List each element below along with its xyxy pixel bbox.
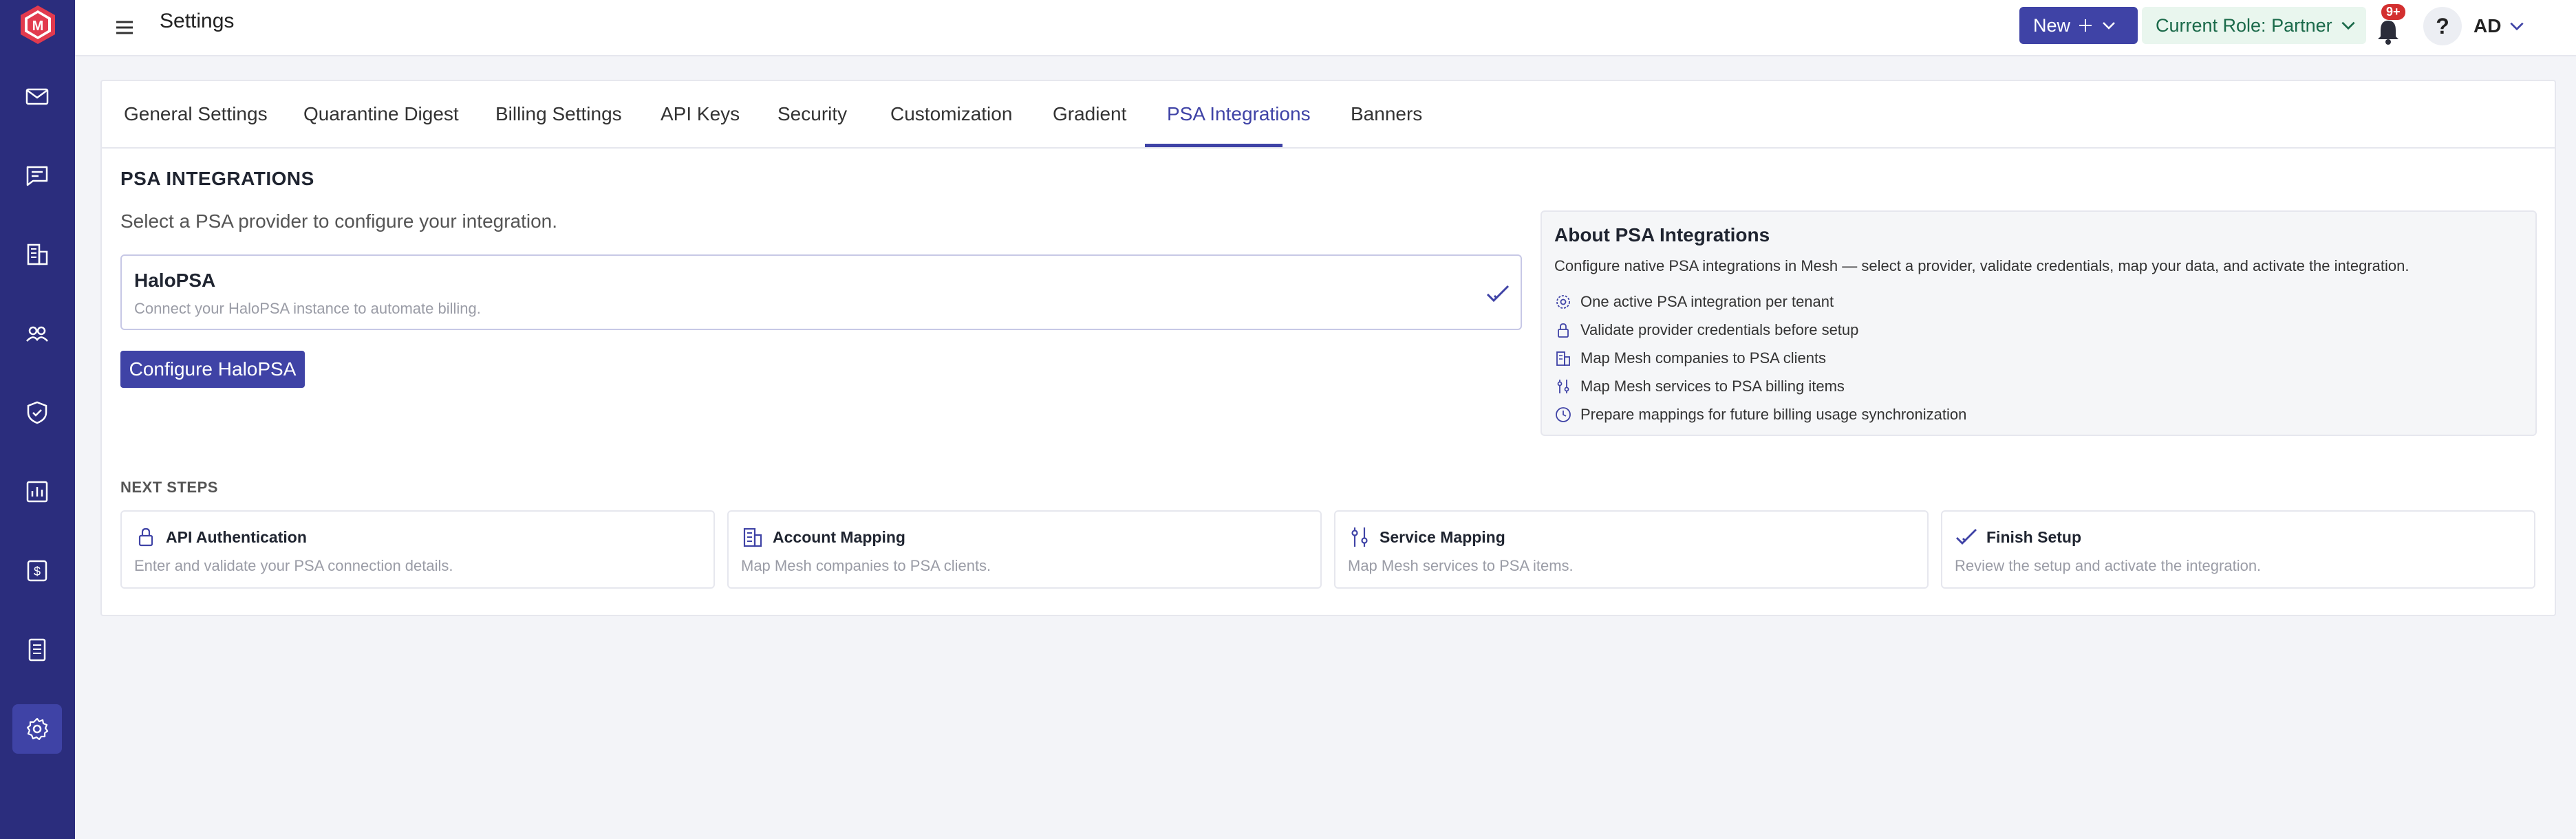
step-finish-setup: Finish Setup Review the setup and activa… xyxy=(1941,510,2535,589)
about-description: Configure native PSA integrations in Mes… xyxy=(1554,257,2409,274)
building-icon xyxy=(743,527,762,547)
help-button[interactable]: ? xyxy=(2423,7,2462,45)
nav-settings-icon[interactable] xyxy=(12,704,62,754)
role-selector[interactable]: Current Role: Partner xyxy=(2142,7,2366,44)
step-title: API Authentication xyxy=(166,527,307,546)
sliders-icon xyxy=(1557,379,1569,393)
about-item-text: Map Mesh services to PSA billing items xyxy=(1580,377,1845,395)
notification-badge: 9+ xyxy=(2381,4,2405,20)
list-item: One active PSA integration per tenant xyxy=(1554,287,1966,316)
configure-halopsa-button[interactable]: Configure HaloPSA xyxy=(120,351,305,388)
nav-shield-icon[interactable] xyxy=(12,388,62,437)
provider-description: Connect your HaloPSA instance to automat… xyxy=(134,300,481,317)
section-title: PSA INTEGRATIONS xyxy=(120,168,314,189)
list-item: Map Mesh services to PSA billing items xyxy=(1554,372,1966,400)
chevron-down-icon xyxy=(2103,22,2115,30)
lock-icon xyxy=(138,527,153,547)
chevron-down-icon xyxy=(2510,22,2524,31)
help-icon: ? xyxy=(2436,13,2449,39)
page-title: Settings xyxy=(160,10,235,32)
check-icon xyxy=(1956,529,1977,545)
about-title: About PSA Integrations xyxy=(1554,224,1770,246)
about-list: One active PSA integration per tenant Va… xyxy=(1554,287,1966,428)
about-item-text: Validate provider credentials before set… xyxy=(1580,320,1859,338)
list-item: Map Mesh companies to PSA clients xyxy=(1554,344,1966,372)
list-item: Validate provider credentials before set… xyxy=(1554,316,1966,344)
lock-icon xyxy=(1558,323,1569,338)
tab-gradient[interactable]: Gradient xyxy=(1053,103,1126,125)
tab-billing-settings[interactable]: Billing Settings xyxy=(495,103,622,125)
user-menu[interactable]: AD xyxy=(2473,7,2527,45)
step-api-authentication: API Authentication Enter and validate yo… xyxy=(120,510,715,589)
tab-api-keys[interactable]: API Keys xyxy=(661,103,740,125)
next-steps-label: NEXT STEPS xyxy=(120,479,218,496)
step-title: Finish Setup xyxy=(1986,527,2081,546)
step-title: Service Mapping xyxy=(1380,527,1505,546)
tab-general-settings[interactable]: General Settings xyxy=(124,103,268,125)
provider-card-halopsa[interactable]: HaloPSA Connect your HaloPSA instance to… xyxy=(120,254,1522,330)
step-description: Map Mesh companies to PSA clients. xyxy=(741,557,991,574)
step-description: Map Mesh services to PSA items. xyxy=(1348,557,1574,574)
sidebar: M $ xyxy=(0,0,75,839)
new-button-label: New xyxy=(2033,14,2071,36)
section-subtitle: Select a PSA provider to configure your … xyxy=(120,210,558,232)
svg-text:$: $ xyxy=(34,565,41,578)
tab-security[interactable]: Security xyxy=(777,103,847,125)
nav-reports-icon[interactable] xyxy=(12,467,62,516)
settings-tabs: General Settings Quarantine Digest Billi… xyxy=(102,81,2555,149)
nav-users-icon[interactable] xyxy=(12,309,62,358)
chevron-down-icon xyxy=(2341,21,2355,30)
plus-icon xyxy=(2079,19,2092,32)
list-item: Prepare mappings for future billing usag… xyxy=(1554,400,1966,428)
tab-quarantine-digest[interactable]: Quarantine Digest xyxy=(303,103,459,125)
clock-icon xyxy=(1556,406,1571,422)
gear-icon xyxy=(1556,294,1570,309)
check-icon xyxy=(1486,285,1510,303)
nav-mail-icon[interactable] xyxy=(12,72,62,121)
sliders-icon xyxy=(1351,527,1368,547)
step-description: Review the setup and activate the integr… xyxy=(1955,557,2262,574)
step-service-mapping: Service Mapping Map Mesh services to PSA… xyxy=(1334,510,1929,589)
tab-banners[interactable]: Banners xyxy=(1351,103,1422,125)
nav-companies-icon[interactable] xyxy=(12,230,62,279)
avatar: AD xyxy=(2473,15,2502,36)
tab-customization[interactable]: Customization xyxy=(890,103,1012,125)
step-description: Enter and validate your PSA connection d… xyxy=(134,557,453,574)
nav-documents-icon[interactable] xyxy=(12,625,62,675)
tab-psa-integrations[interactable]: PSA Integrations xyxy=(1167,103,1311,125)
settings-card: General Settings Quarantine Digest Billi… xyxy=(100,80,2556,616)
step-title: Account Mapping xyxy=(773,527,905,546)
menu-icon[interactable] xyxy=(111,14,138,41)
about-item-text: One active PSA integration per tenant xyxy=(1580,292,1834,310)
about-item-text: Prepare mappings for future billing usag… xyxy=(1580,405,1967,423)
mesh-logo[interactable]: M xyxy=(17,4,58,45)
nav-billing-icon[interactable]: $ xyxy=(12,546,62,596)
building-icon xyxy=(1556,351,1570,366)
active-tab-indicator xyxy=(1145,144,1282,147)
provider-name: HaloPSA xyxy=(134,270,216,291)
step-account-mapping: Account Mapping Map Mesh companies to PS… xyxy=(727,510,1322,589)
about-panel: About PSA Integrations Configure native … xyxy=(1541,210,2537,436)
about-item-text: Map Mesh companies to PSA clients xyxy=(1580,349,1827,367)
nav-messages-icon[interactable] xyxy=(12,151,62,200)
svg-text:M: M xyxy=(32,19,43,34)
role-label: Current Role: Partner xyxy=(2156,14,2332,36)
new-button[interactable]: New xyxy=(2019,7,2138,44)
